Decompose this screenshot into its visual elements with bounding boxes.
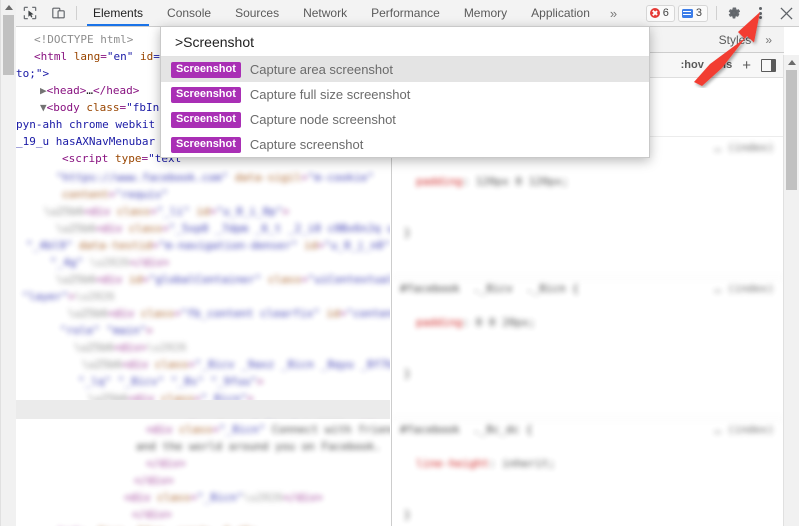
command-category-tag: Screenshot <box>171 111 241 128</box>
collapse-triangle-icon[interactable]: ▼ <box>40 101 47 114</box>
error-count-label: 6 <box>662 7 669 19</box>
scroll-up-arrow-icon[interactable] <box>1 0 16 15</box>
dom-tag: <html <box>34 50 68 63</box>
dock-panel-icon[interactable] <box>761 58 776 72</box>
tab-console-label: Console <box>167 6 212 20</box>
dom-val: pyn-ahh chrome webkit <box>16 118 156 131</box>
message-count-label: 3 <box>695 7 702 19</box>
command-item-label: Capture area screenshot <box>249 62 394 77</box>
message-bubble-icon <box>681 8 693 18</box>
tab-styles-label: Styles <box>718 32 752 47</box>
more-options-kebab-icon[interactable] <box>747 0 773 26</box>
more-tabs-label: » <box>609 5 618 21</box>
tab-application[interactable]: Application <box>519 0 602 26</box>
command-item-capture-node-screenshot[interactable]: Screenshot Capture node screenshot <box>161 107 649 132</box>
message-count-badge[interactable]: 3 <box>677 4 708 22</box>
dom-val: "en" <box>106 50 134 63</box>
rule-prop-name[interactable]: line-height <box>400 457 489 470</box>
command-menu[interactable]: Screenshot Capture area screenshot Scree… <box>160 26 650 158</box>
rule-selector: #facebook ._8c_dc { <box>400 423 533 436</box>
more-tabs-chevron-icon[interactable]: » <box>602 0 625 26</box>
command-item-capture-screenshot[interactable]: Screenshot Capture screenshot <box>161 132 649 157</box>
error-count-badge[interactable]: 6 <box>645 4 675 22</box>
dom-doctype: <!DOCTYPE html> <box>34 33 134 46</box>
expand-triangle-icon[interactable]: ▶ <box>40 84 47 97</box>
tab-console[interactable]: Console <box>155 0 223 26</box>
rule-prop-name[interactable]: padding <box>400 175 462 188</box>
command-menu-input[interactable] <box>173 32 637 51</box>
settings-gear-icon[interactable] <box>721 0 747 26</box>
scroll-up-arrow-icon[interactable] <box>784 55 799 70</box>
devtools-window: Elements Console Sources Network Perform… <box>0 0 799 526</box>
scrollbar-thumb[interactable] <box>786 70 797 190</box>
command-category-tag: Screenshot <box>171 86 241 103</box>
toolbar-divider-2 <box>716 6 717 20</box>
tab-memory[interactable]: Memory <box>452 0 519 26</box>
rule-origin[interactable]: … (index) <box>714 280 774 297</box>
command-category-tag: Screenshot <box>171 136 241 153</box>
hover-state-button[interactable]: :hov <box>681 59 704 71</box>
dom-attr: class <box>79 101 120 114</box>
dom-attr: id <box>133 50 154 63</box>
tab-network-label: Network <box>303 6 348 20</box>
dom-selected-node-highlight[interactable]: <div class="_8icn" \u2026 </div> <box>16 400 390 433</box>
scrollbar-thumb[interactable] <box>3 15 14 75</box>
tab-sources[interactable]: Sources <box>223 0 291 26</box>
command-item-label: Capture screenshot <box>249 137 364 152</box>
inspect-cursor-icon[interactable] <box>16 0 44 26</box>
tab-styles[interactable]: Styles <box>711 33 760 47</box>
dom-attr: type <box>108 152 142 165</box>
device-toolbar-icon[interactable] <box>44 0 72 26</box>
rule-origin[interactable]: … (index) <box>714 139 774 156</box>
error-circle-icon <box>649 8 660 18</box>
left-page-scrollbar[interactable] <box>0 0 16 526</box>
tab-elements-label: Elements <box>93 6 144 20</box>
rule-prop-name[interactable]: padding <box>400 316 462 329</box>
command-item-label: Capture full size screenshot <box>249 87 411 102</box>
style-rule: #facebook ._8icv ._9axz ._8icn {… (index… <box>392 137 784 278</box>
style-rule: #facebook ._8icv ._8icn { … (index) paddi… <box>392 278 784 419</box>
dom-tree-lower-region[interactable]: <div class="_8icn" Connect with friends … <box>16 419 390 526</box>
command-item-capture-area-screenshot[interactable]: Screenshot Capture area screenshot <box>161 57 649 82</box>
dom-punct: = <box>100 50 107 63</box>
style-rule: #facebook ._8c_dc { … (index) line-height… <box>392 419 784 526</box>
tab-application-label: Application <box>531 6 590 20</box>
command-category-tag: Screenshot <box>171 61 241 78</box>
rule-origin[interactable]: … (index) <box>714 421 774 438</box>
rule-prop-value[interactable]: inherit; <box>502 457 555 470</box>
rule-prop-value[interactable]: 120px 0 120px; <box>476 175 569 188</box>
dom-tag: <head> <box>46 84 87 97</box>
tab-sources-label: Sources <box>235 6 280 20</box>
class-filter-button[interactable]: .cls <box>714 59 732 71</box>
dom-val: to;"> <box>16 67 50 80</box>
tab-performance-label: Performance <box>371 6 440 20</box>
close-x-icon[interactable] <box>773 0 799 26</box>
dom-tag: <script <box>62 152 109 165</box>
tab-performance[interactable]: Performance <box>359 0 452 26</box>
rule-selector: #facebook ._8icv ._8icn { <box>400 282 579 295</box>
issue-badges: 6 3 <box>645 0 712 26</box>
dom-tag: </head> <box>93 84 140 97</box>
dom-attr: lang <box>67 50 101 63</box>
dom-ellipsis: … <box>86 84 93 97</box>
styles-more-tabs-icon[interactable]: » <box>759 33 778 47</box>
tab-network[interactable]: Network <box>291 0 359 26</box>
kebab-dots <box>758 5 762 20</box>
command-menu-input-row[interactable] <box>161 27 649 57</box>
tab-elements[interactable]: Elements <box>81 0 155 26</box>
command-item-label: Capture node screenshot <box>249 112 396 127</box>
styles-blurred-rules[interactable]: #facebook ._8icv ._9axz ._8icn {… (index… <box>392 137 784 526</box>
dom-val: _19_u hasAXNavMenubar <box>16 135 156 148</box>
dom-tag: <body <box>46 101 80 114</box>
tab-memory-label: Memory <box>463 6 508 20</box>
command-item-capture-full-size-screenshot[interactable]: Screenshot Capture full size screenshot <box>161 82 649 107</box>
styles-more-tabs-label: » <box>765 32 772 47</box>
rule-prop-value[interactable]: 0 0 20px; <box>476 316 536 329</box>
new-style-rule-button[interactable]: + <box>742 57 751 74</box>
styles-panel-scrollbar[interactable] <box>783 55 799 526</box>
toolbar-divider <box>76 6 77 20</box>
devtools-toolbar: Elements Console Sources Network Perform… <box>16 0 799 27</box>
